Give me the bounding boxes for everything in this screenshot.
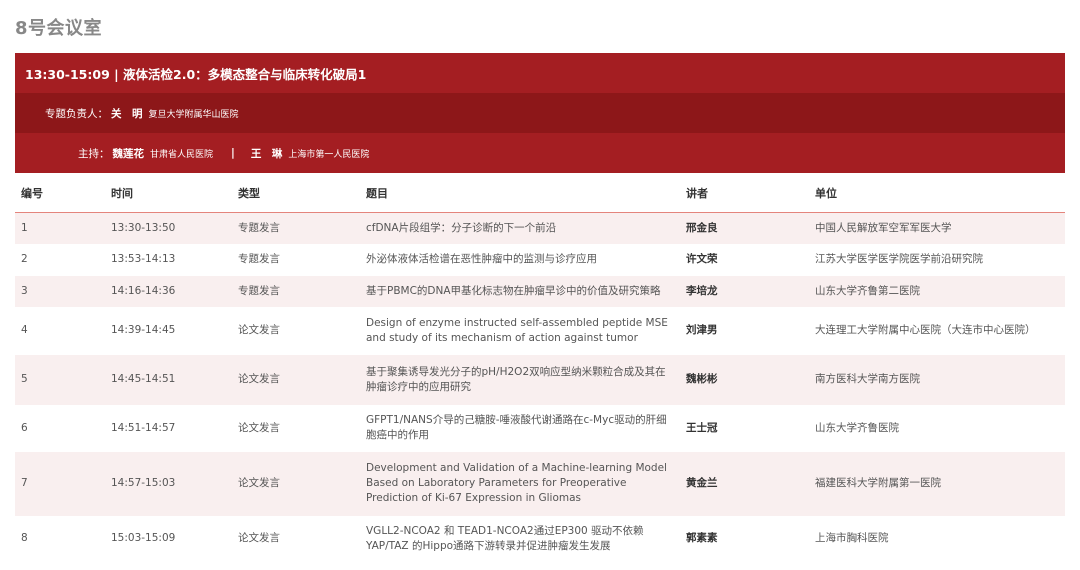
cell-no: 7 [15,451,105,516]
cell-time: 14:39-14:45 [105,306,232,355]
cell-unit: 大连理工大学附属中心医院（大连市中心医院） [809,306,1065,355]
session-panel: 13:30-15:09 | 液体活检2.0：多模态整合与临床转化破局1 专题负责… [15,53,1065,562]
header-time: 时间 [105,173,232,213]
room-title: 8号会议室 [15,18,103,39]
cell-topic: cfDNA片段组学：分子诊断的下一个前沿 [360,212,680,244]
table-row: 1 13:30-13:50 专题发言 cfDNA片段组学：分子诊断的下一个前沿 … [15,212,1065,244]
cell-type: 专题发言 [232,212,360,244]
chair-name: 关 明 [111,107,143,120]
header-no: 编号 [15,173,105,213]
cell-topic: Design of enzyme instructed self-assembl… [360,306,680,355]
cell-speaker: 魏彬彬 [680,354,809,405]
cell-speaker: 郭素素 [680,515,809,562]
cell-type: 论文发言 [232,354,360,405]
chair-label: 专题负责人： [45,107,108,120]
cell-no: 1 [15,212,105,244]
cell-time: 14:45-14:51 [105,354,232,405]
cell-topic: 外泌体液体活检谱在恶性肿瘤中的监测与诊疗应用 [360,243,680,276]
cell-speaker: 邢金良 [680,212,809,244]
cell-time: 15:03-15:09 [105,515,232,562]
cell-speaker: 黄金兰 [680,451,809,516]
host1-name: 魏莲花 [112,147,145,160]
cell-speaker: 刘津男 [680,306,809,355]
cell-unit: 山东大学齐鲁医院 [809,404,1065,452]
cell-unit: 中国人民解放军空军军医大学 [809,212,1065,244]
cell-unit: 上海市胸科医院 [809,515,1065,562]
chair-institution: 复旦大学附属华山医院 [148,109,239,120]
header-topic: 题目 [360,173,680,213]
cell-time: 13:30-13:50 [105,212,232,244]
host1-institution: 甘肃省人民医院 [150,149,214,160]
host2-name: 王 琳 [250,147,283,160]
table-row: 6 14:51-14:57 论文发言 GFPT1/NANS介导的己糖胺-唾液酸代… [15,404,1065,452]
cell-speaker: 李培龙 [680,275,809,307]
cell-type: 专题发言 [232,275,360,307]
header-unit: 单位 [809,173,1065,213]
schedule-table: 编号 时间 类型 题目 讲者 单位 1 13:30-13:50 专题发言 cfD… [15,173,1065,562]
header-speaker: 讲者 [680,173,809,213]
cell-topic: GFPT1/NANS介导的己糖胺-唾液酸代谢通路在c-Myc驱动的肝细胞癌中的作… [360,404,680,452]
table-row: 3 14:16-14:36 专题发言 基于PBMC的DNA甲基化标志物在肿瘤早诊… [15,275,1065,307]
session-title-bar: 13:30-15:09 | 液体活检2.0：多模态整合与临床转化破局1 [15,53,1065,93]
cell-topic: 基于聚集诱导发光分子的pH/H2O2双响应型纳米颗粒合成及其在肿瘤诊疗中的应用研… [360,354,680,405]
cell-no: 6 [15,404,105,452]
cell-time: 13:53-14:13 [105,243,232,276]
cell-topic: 基于PBMC的DNA甲基化标志物在肿瘤早诊中的价值及研究策略 [360,275,680,307]
cell-type: 论文发言 [232,515,360,562]
cell-no: 3 [15,275,105,307]
cell-no: 5 [15,354,105,405]
cell-type: 论文发言 [232,306,360,355]
cell-no: 4 [15,306,105,355]
host-label: 主持： [78,147,110,160]
cell-unit: 江苏大学医学医学院医学前沿研究院 [809,243,1065,276]
cell-time: 14:57-15:03 [105,451,232,516]
table-row: 7 14:57-15:03 论文发言 Development and Valid… [15,451,1065,516]
table-row: 8 15:03-15:09 论文发言 VGLL2-NCOA2 和 TEAD1-N… [15,515,1065,562]
page: 8号会议室 13:30-15:09 | 液体活检2.0：多模态整合与临床转化破局… [0,0,1080,570]
cell-topic: Development and Validation of a Machine-… [360,451,680,516]
chair-bar: 专题负责人： 关 明 复旦大学附属华山医院 [15,93,1065,133]
cell-time: 14:16-14:36 [105,275,232,307]
cell-type: 论文发言 [232,404,360,452]
session-title: 13:30-15:09 | 液体活检2.0：多模态整合与临床转化破局1 [25,66,367,82]
host-bar: 主持： 魏莲花 甘肃省人民医院 | 王 琳 上海市第一人民医院 [15,133,1065,173]
cell-time: 14:51-14:57 [105,404,232,452]
cell-topic: VGLL2-NCOA2 和 TEAD1-NCOA2通过EP300 驱动不依赖YA… [360,515,680,562]
cell-type: 论文发言 [232,451,360,516]
cell-unit: 福建医科大学附属第一医院 [809,451,1065,516]
table-header-row: 编号 时间 类型 题目 讲者 单位 [15,173,1065,213]
host-separator: | [231,147,235,159]
host2-institution: 上海市第一人民医院 [288,149,370,160]
cell-speaker: 许文荣 [680,243,809,276]
cell-unit: 南方医科大学南方医院 [809,354,1065,405]
cell-no: 8 [15,515,105,562]
header-type: 类型 [232,173,360,213]
cell-unit: 山东大学齐鲁第二医院 [809,275,1065,307]
cell-no: 2 [15,243,105,276]
table-row: 4 14:39-14:45 论文发言 Design of enzyme inst… [15,306,1065,355]
table-row: 5 14:45-14:51 论文发言 基于聚集诱导发光分子的pH/H2O2双响应… [15,354,1065,405]
cell-speaker: 王士冠 [680,404,809,452]
table-row: 2 13:53-14:13 专题发言 外泌体液体活检谱在恶性肿瘤中的监测与诊疗应… [15,243,1065,276]
cell-type: 专题发言 [232,243,360,276]
